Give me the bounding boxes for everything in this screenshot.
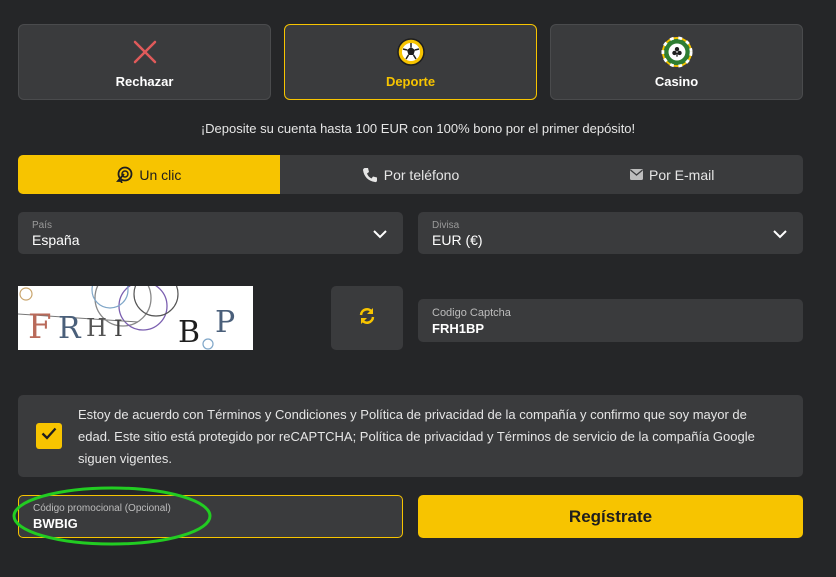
x-icon [129, 36, 161, 68]
envelope-icon [630, 169, 643, 180]
currency-value: EUR (€) [432, 232, 483, 248]
country-select[interactable]: País España [18, 212, 403, 254]
chevron-down-icon [773, 226, 787, 244]
country-value: España [32, 232, 80, 248]
captcha-char: P [215, 305, 235, 340]
promo-code-value[interactable]: BWBIG [33, 516, 388, 531]
terms-text: Estoy de acuerdo con Términos y Condicio… [78, 407, 755, 466]
currency-label: Divisa [432, 220, 460, 231]
captcha-value[interactable]: FRH1BP [432, 321, 789, 336]
captcha-char: B [178, 315, 200, 350]
bonus-label: Casino [654, 73, 699, 89]
bonus-label: Deporte [385, 73, 436, 89]
tab-label: Por teléfono [383, 166, 460, 183]
checkmark-icon [41, 427, 57, 445]
bonus-label: Rechazar [115, 73, 174, 89]
promo-code-field[interactable]: Código promocional (Opcional) BWBIG [18, 495, 403, 538]
captcha-image: F R H I B P [18, 286, 253, 350]
captcha-char: F [28, 307, 52, 347]
bonus-option-rechazar[interactable]: Rechazar [18, 24, 271, 100]
refresh-icon [358, 307, 376, 330]
tab-phone[interactable]: Por teléfono [280, 155, 542, 194]
tab-one-click[interactable]: Un clic [18, 155, 280, 194]
captcha-input-field[interactable]: Codigo Captcha FRH1BP [418, 299, 803, 342]
captcha-char: R [58, 311, 82, 346]
soccer-ball-icon [395, 36, 427, 68]
casino-chip-icon [660, 35, 693, 68]
registration-tabs: Un clic Por teléfono Por E-mail [18, 155, 803, 194]
chevron-down-icon [373, 226, 387, 244]
promo-code-label: Código promocional (Opcional) [33, 503, 171, 514]
tab-label: Por E-mail [649, 166, 715, 183]
terms-agreement: Estoy de acuerdo con Términos y Condicio… [18, 395, 803, 477]
country-label: País [32, 220, 53, 231]
register-button[interactable]: Regístrate [418, 495, 803, 538]
captcha-refresh-button[interactable] [331, 286, 403, 350]
phone-icon [362, 167, 378, 183]
tab-label: Un clic [139, 166, 182, 183]
tab-email[interactable]: Por E-mail [541, 155, 803, 194]
currency-select[interactable]: Divisa EUR (€) [418, 212, 803, 254]
terms-checkbox[interactable] [36, 423, 62, 449]
captcha-label: Codigo Captcha [432, 307, 511, 319]
bonus-option-deporte[interactable]: Deporte [284, 24, 537, 100]
bonus-option-casino[interactable]: Casino [550, 24, 803, 100]
captcha-char: I [114, 317, 123, 342]
one-click-icon [116, 166, 133, 183]
captcha-char: H [86, 314, 107, 342]
deposit-promo-text: ¡Deposite su cuenta hasta 100 EUR con 10… [200, 121, 636, 136]
